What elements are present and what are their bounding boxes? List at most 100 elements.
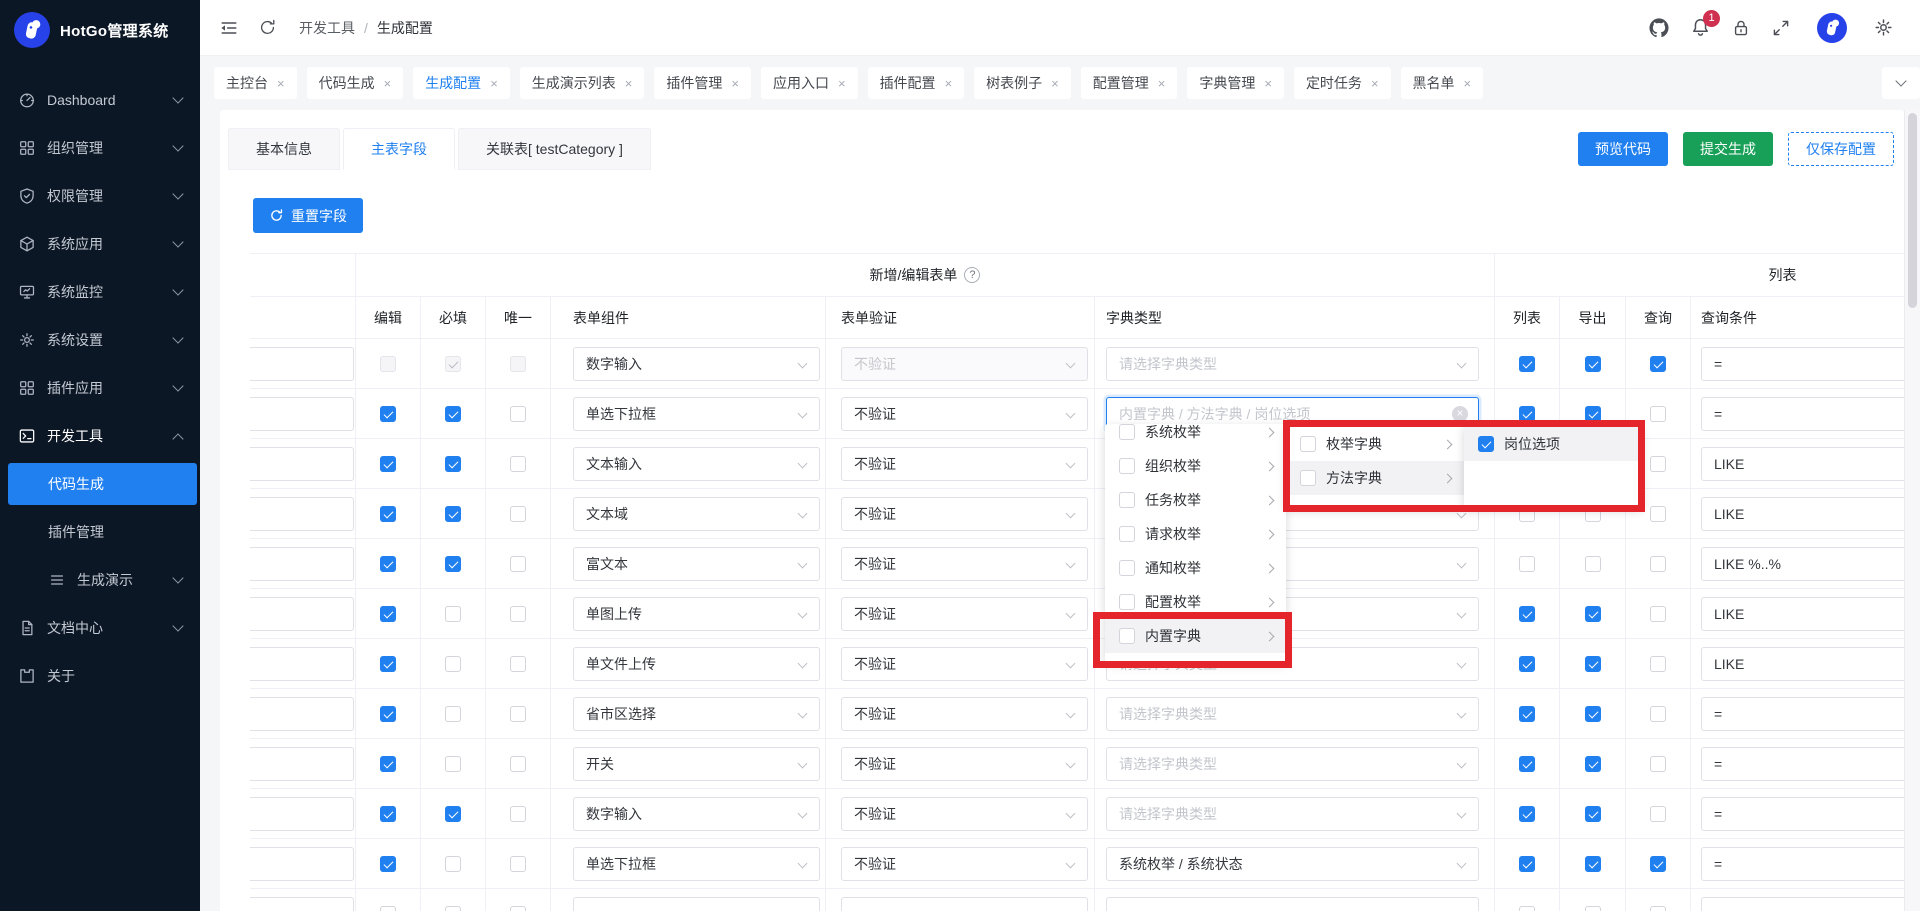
sidebar-item-8[interactable]: 代码生成: [8, 463, 197, 505]
breadcrumb-parent[interactable]: 开发工具: [299, 18, 355, 38]
help-icon[interactable]: ?: [964, 267, 980, 283]
route-tab-0[interactable]: 主控台×: [214, 67, 297, 99]
checkbox-unique[interactable]: [510, 756, 526, 772]
checkbox-export[interactable]: [1585, 356, 1601, 372]
field-name-input[interactable]: [250, 347, 354, 381]
checkbox-unique[interactable]: [510, 706, 526, 722]
sidebar-item-7[interactable]: 开发工具: [0, 412, 200, 460]
checkbox-export[interactable]: [1585, 656, 1601, 672]
select-form-component[interactable]: [573, 897, 820, 911]
route-tab-9[interactable]: 字典管理×: [1187, 67, 1284, 99]
checkbox-unique[interactable]: [510, 606, 526, 622]
checkbox-edit[interactable]: [380, 406, 396, 422]
scrollbar-thumb[interactable]: [1908, 113, 1917, 308]
sidebar-item-5[interactable]: 系统设置: [0, 316, 200, 364]
logo[interactable]: HotGo管理系统: [0, 0, 200, 60]
checkbox-required[interactable]: [445, 506, 461, 522]
select-form-component[interactable]: 单文件上传: [573, 647, 820, 681]
select-query-condition[interactable]: =: [1701, 747, 1904, 781]
checkbox-query[interactable]: [1650, 706, 1666, 722]
route-tab-4[interactable]: 插件管理×: [654, 67, 751, 99]
cascader-option-checkbox[interactable]: [1300, 436, 1316, 452]
checkbox-required[interactable]: [445, 656, 461, 672]
checkbox-query[interactable]: [1650, 506, 1666, 522]
select-dict-type[interactable]: 请选择字典类型: [1106, 347, 1479, 381]
route-tab-7[interactable]: 树表例子×: [974, 67, 1071, 99]
cascader-option[interactable]: 组织枚举: [1105, 449, 1286, 483]
checkbox-required[interactable]: [445, 406, 461, 422]
checkbox-list[interactable]: [1519, 706, 1535, 722]
select-query-condition[interactable]: LIKE: [1701, 597, 1904, 631]
field-name-input[interactable]: [250, 447, 354, 481]
select-form-component[interactable]: 文本域: [573, 497, 820, 531]
checkbox-export[interactable]: [1585, 556, 1601, 572]
route-tab-8[interactable]: 配置管理×: [1081, 67, 1178, 99]
checkbox-list[interactable]: [1519, 656, 1535, 672]
checkbox-export[interactable]: [1585, 856, 1601, 872]
select-dict-type[interactable]: 系统枚举 / 系统状态: [1106, 847, 1479, 881]
field-name-input[interactable]: [250, 747, 354, 781]
route-tab-1[interactable]: 代码生成×: [307, 67, 404, 99]
select-form-validation[interactable]: 不验证: [841, 347, 1088, 381]
select-query-condition[interactable]: [1701, 897, 1904, 911]
cascader-option[interactable]: 方法字典: [1286, 461, 1464, 495]
checkbox-edit[interactable]: [380, 756, 396, 772]
checkbox-edit[interactable]: [380, 706, 396, 722]
checkbox-unique[interactable]: [510, 556, 526, 572]
select-form-validation[interactable]: 不验证: [841, 597, 1088, 631]
checkbox-edit[interactable]: [380, 806, 396, 822]
cascader-option[interactable]: 通知枚举: [1105, 551, 1286, 585]
close-icon[interactable]: ×: [1051, 77, 1059, 90]
checkbox-required[interactable]: [445, 456, 461, 472]
checkbox-edit[interactable]: [380, 906, 396, 911]
fullscreen-icon[interactable]: [1771, 18, 1791, 38]
select-form-component[interactable]: 数字输入: [573, 797, 820, 831]
select-query-condition[interactable]: =: [1701, 847, 1904, 881]
sidebar-item-6[interactable]: 插件应用: [0, 364, 200, 412]
checkbox-edit[interactable]: [380, 656, 396, 672]
cascader-option-checkbox[interactable]: [1119, 424, 1135, 440]
cascader-option-checkbox[interactable]: [1119, 594, 1135, 610]
select-form-validation[interactable]: 不验证: [841, 697, 1088, 731]
sidebar-item-1[interactable]: 组织管理: [0, 124, 200, 172]
checkbox-unique[interactable]: [510, 856, 526, 872]
checkbox-list[interactable]: [1519, 406, 1535, 422]
config-tab-1[interactable]: 主表字段: [343, 128, 455, 170]
vertical-scrollbar[interactable]: [1904, 110, 1920, 911]
lock-icon[interactable]: [1731, 18, 1751, 38]
submit-generate-button[interactable]: 提交生成: [1683, 132, 1773, 166]
checkbox-unique[interactable]: [510, 906, 526, 911]
checkbox-query[interactable]: [1650, 656, 1666, 672]
route-tab-6[interactable]: 插件配置×: [868, 67, 965, 99]
checkbox-list[interactable]: [1519, 606, 1535, 622]
select-form-component[interactable]: 单选下拉框: [573, 847, 820, 881]
checkbox-edit[interactable]: [380, 856, 396, 872]
checkbox-edit[interactable]: [380, 456, 396, 472]
close-icon[interactable]: ×: [384, 77, 392, 90]
checkbox-export[interactable]: [1585, 606, 1601, 622]
select-form-component[interactable]: 数字输入: [573, 347, 820, 381]
checkbox-unique[interactable]: [510, 506, 526, 522]
field-name-input[interactable]: [250, 647, 354, 681]
field-name-input[interactable]: [250, 597, 354, 631]
close-icon[interactable]: ×: [1264, 77, 1272, 90]
select-query-condition[interactable]: =: [1701, 347, 1904, 381]
cascader-option-checkbox[interactable]: [1119, 560, 1135, 576]
cascader-option[interactable]: 内置字典: [1105, 619, 1286, 653]
select-form-component[interactable]: 开关: [573, 747, 820, 781]
checkbox-unique[interactable]: [510, 656, 526, 672]
select-dict-type[interactable]: 请选择字典类型: [1106, 797, 1479, 831]
menu-fold-icon[interactable]: [218, 18, 238, 38]
route-tab-10[interactable]: 定时任务×: [1294, 67, 1391, 99]
sidebar-item-0[interactable]: Dashboard: [0, 76, 200, 124]
clear-icon[interactable]: ×: [1452, 406, 1468, 422]
close-icon[interactable]: ×: [838, 77, 846, 90]
checkbox-query[interactable]: [1650, 806, 1666, 822]
checkbox-query[interactable]: [1650, 906, 1666, 911]
close-icon[interactable]: ×: [1464, 77, 1472, 90]
refresh-icon[interactable]: [258, 18, 277, 37]
select-form-validation[interactable]: 不验证: [841, 547, 1088, 581]
sidebar-item-4[interactable]: 系统监控: [0, 268, 200, 316]
sidebar-item-2[interactable]: 权限管理: [0, 172, 200, 220]
preview-code-button[interactable]: 预览代码: [1578, 132, 1668, 166]
